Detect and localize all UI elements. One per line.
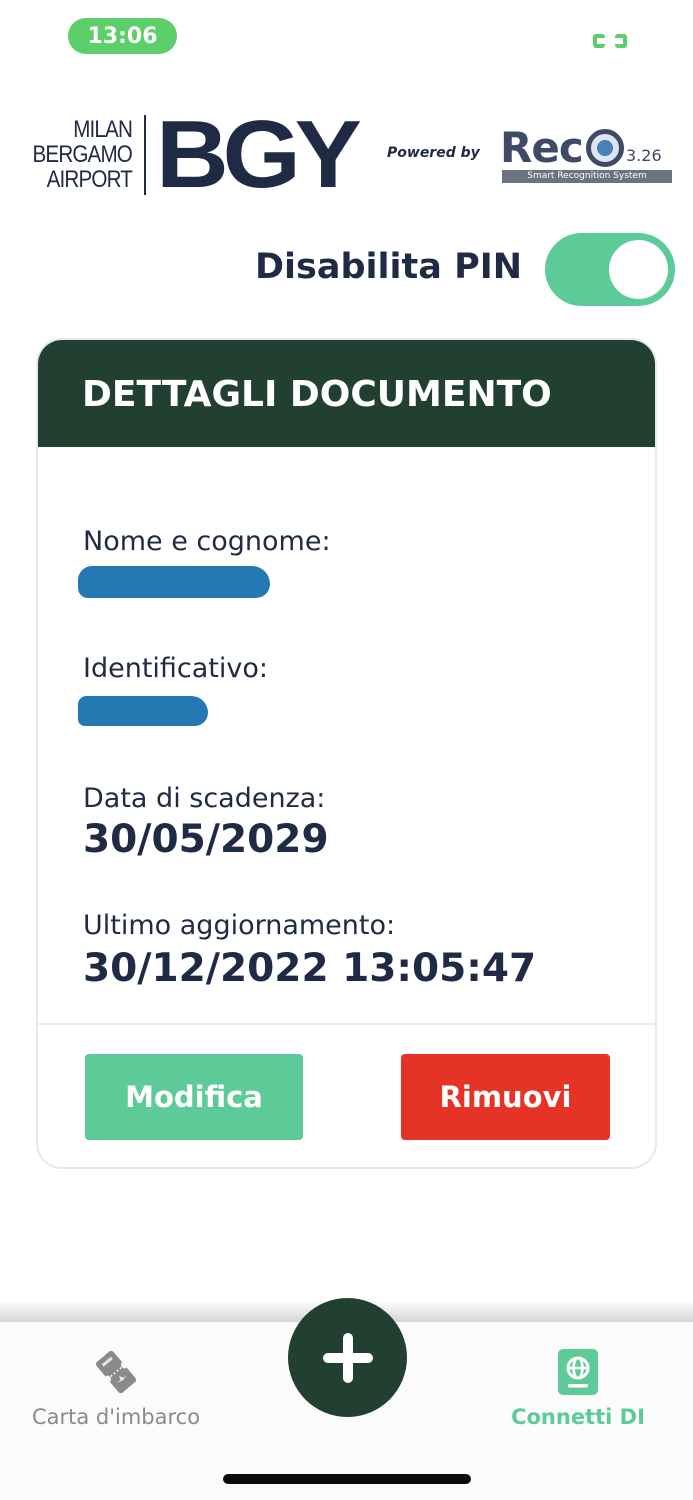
logo-divider: [144, 114, 146, 195]
reco-globe-icon: [586, 129, 624, 167]
expiry-date-value: 30/05/2029: [83, 817, 329, 862]
identifier-redacted: [78, 696, 208, 726]
reco-tagline: Smart Recognition System: [502, 170, 672, 183]
nav-label-connect-di: Connetti DI: [511, 1405, 645, 1429]
remove-button[interactable]: Rimuovi: [401, 1054, 610, 1140]
passport-globe-icon: [554, 1346, 602, 1398]
nav-item-connect-di[interactable]: Connetti DI: [500, 1322, 656, 1442]
full-name-label: Nome e cognome:: [83, 526, 331, 557]
home-indicator[interactable]: [223, 1474, 471, 1484]
bgy-mark: BGY: [156, 101, 362, 208]
powered-by-text: Powered by: [387, 145, 480, 161]
nav-label-boarding-pass: Carta d'imbarco: [31, 1405, 201, 1429]
reco-version: 3.26: [626, 146, 662, 165]
reco-logo: Rec 3.26 Smart Recognition System: [500, 123, 672, 185]
screen-mirroring-icon: [593, 33, 627, 49]
add-button[interactable]: [288, 1298, 407, 1417]
edit-button[interactable]: Modifica: [85, 1054, 303, 1140]
card-title: DETTAGLI DOCUMENTO: [82, 374, 552, 415]
document-details-card: DETTAGLI DOCUMENTO Nome e cognome: Ident…: [36, 338, 657, 1169]
bgy-city-name: MILAN BERGAMO AIRPORT: [32, 116, 133, 193]
last-update-label: Ultimo aggiornamento:: [83, 910, 396, 941]
status-time-pill: 13:06: [68, 18, 177, 54]
toggle-knob: [609, 240, 668, 299]
last-update-value: 30/12/2022 13:05:47: [83, 946, 537, 991]
disable-pin-label: Disabilita PIN: [255, 247, 523, 287]
boarding-pass-icon: [92, 1346, 140, 1398]
plus-icon: [322, 1332, 373, 1383]
reco-word: Rec: [500, 123, 584, 172]
disable-pin-toggle[interactable]: [545, 233, 675, 306]
identifier-label: Identificativo:: [83, 653, 268, 684]
nav-item-boarding-pass[interactable]: Carta d'imbarco: [20, 1322, 212, 1442]
card-divider: [38, 1023, 655, 1025]
bgy-airport-logo: MILAN BERGAMO AIRPORT BGY: [28, 107, 362, 203]
full-name-redacted: [78, 566, 270, 598]
status-time: 13:06: [87, 23, 158, 49]
expiry-date-label: Data di scadenza:: [83, 783, 326, 814]
card-header: DETTAGLI DOCUMENTO: [38, 340, 655, 447]
